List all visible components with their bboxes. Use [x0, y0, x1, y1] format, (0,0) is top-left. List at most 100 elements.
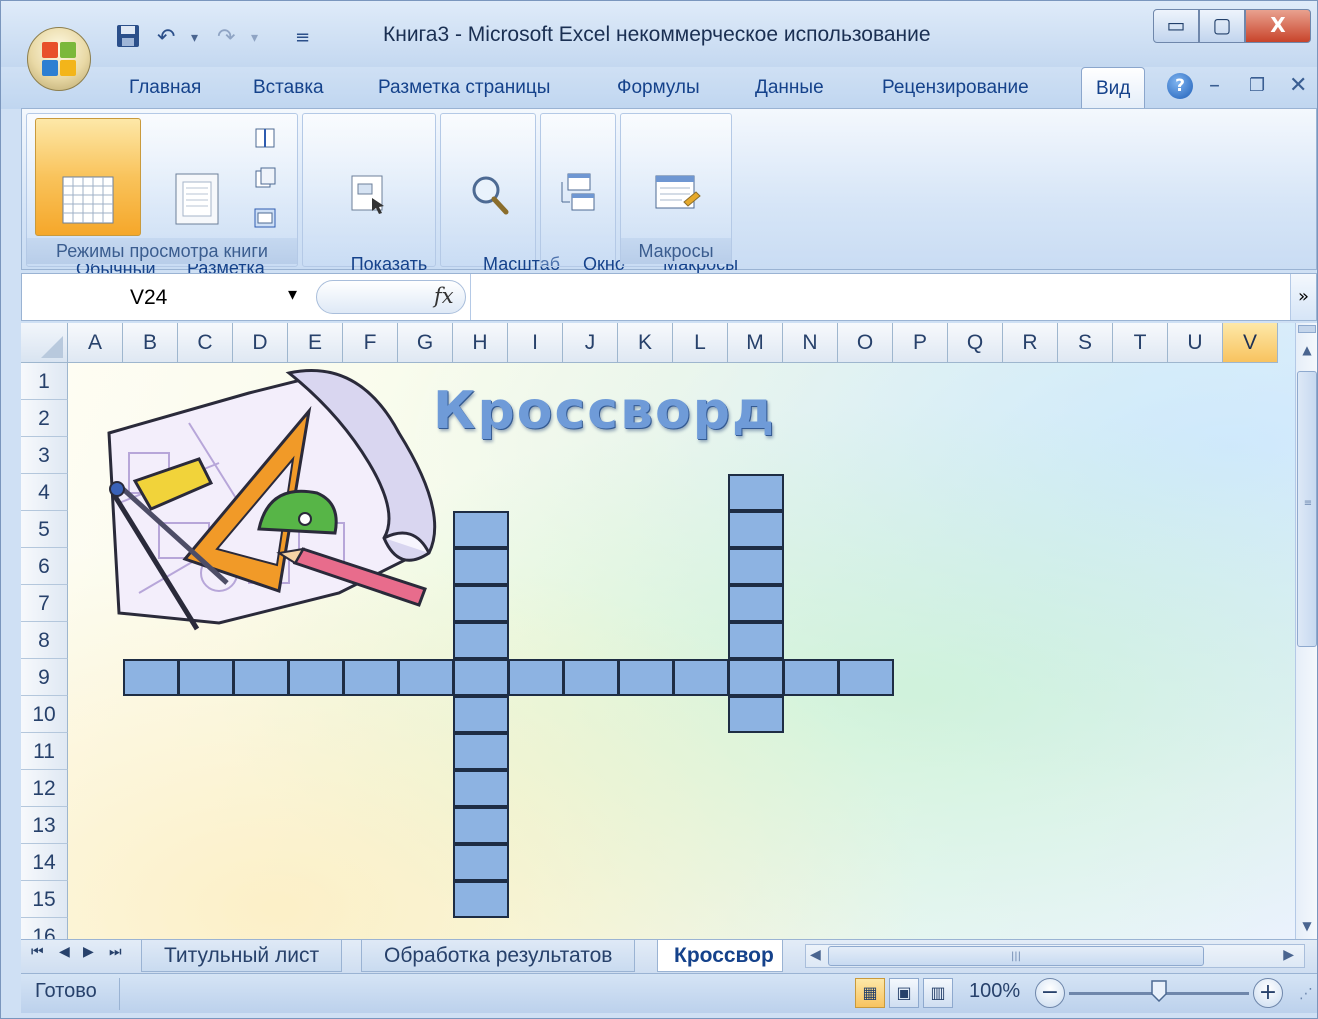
column-header-u[interactable]: U: [1168, 323, 1223, 363]
vertical-scroll-thumb[interactable]: ≡: [1297, 371, 1317, 647]
page-layout-status-button[interactable]: ▣: [889, 978, 919, 1008]
crossword-cell[interactable]: [618, 659, 674, 696]
crossword-cell[interactable]: [453, 733, 509, 770]
tab-formulas[interactable]: Формулы: [617, 77, 700, 99]
crossword-cell[interactable]: [343, 659, 399, 696]
crossword-cell[interactable]: [178, 659, 234, 696]
name-box-dropdown-icon[interactable]: ▾: [288, 284, 297, 305]
full-screen-icon[interactable]: [253, 206, 277, 230]
undo-icon[interactable]: ↶: [157, 23, 175, 53]
row-header-14[interactable]: 14: [21, 844, 68, 881]
crossword-cell[interactable]: [453, 807, 509, 844]
crossword-cell[interactable]: [728, 474, 784, 511]
column-header-c[interactable]: C: [178, 323, 233, 363]
column-header-b[interactable]: B: [123, 323, 178, 363]
column-header-h[interactable]: H: [453, 323, 508, 363]
column-header-a[interactable]: A: [68, 323, 123, 363]
scroll-left-icon[interactable]: ◀: [810, 947, 821, 963]
column-header-s[interactable]: S: [1058, 323, 1113, 363]
tab-insert[interactable]: Вставка: [253, 77, 324, 99]
page-break-status-button[interactable]: ▥: [923, 978, 953, 1008]
crossword-cell[interactable]: [453, 622, 509, 659]
redo-dropdown-icon[interactable]: ▾: [251, 23, 258, 53]
crossword-cell[interactable]: [728, 548, 784, 585]
crossword-cell[interactable]: [288, 659, 344, 696]
crossword-cell[interactable]: [453, 548, 509, 585]
row-header-6[interactable]: 6: [21, 548, 68, 585]
row-header-13[interactable]: 13: [21, 807, 68, 844]
help-icon[interactable]: ?: [1167, 73, 1193, 99]
name-box[interactable]: V24 ▾: [22, 274, 312, 320]
next-sheet-icon[interactable]: ▶: [83, 944, 94, 960]
column-header-j[interactable]: J: [563, 323, 618, 363]
column-header-e[interactable]: E: [288, 323, 343, 363]
crossword-cell[interactable]: [728, 659, 784, 696]
crossword-cell[interactable]: [453, 659, 509, 696]
scroll-right-icon[interactable]: ▶: [1283, 947, 1294, 963]
row-header-11[interactable]: 11: [21, 733, 68, 770]
page-break-preview-icon[interactable]: [253, 126, 277, 150]
row-header-2[interactable]: 2: [21, 400, 68, 437]
scroll-down-icon[interactable]: ▼: [1298, 917, 1316, 935]
row-header-4[interactable]: 4: [21, 474, 68, 511]
row-header-3[interactable]: 3: [21, 437, 68, 474]
column-header-p[interactable]: P: [893, 323, 948, 363]
tab-home[interactable]: Главная: [129, 77, 201, 99]
crossword-cell[interactable]: [728, 696, 784, 733]
tab-page-layout[interactable]: Разметка страницы: [378, 77, 550, 99]
close-window-button[interactable]: X: [1245, 9, 1311, 43]
zoom-slider-thumb[interactable]: [1151, 980, 1167, 1002]
row-header-16[interactable]: 16: [21, 918, 68, 939]
column-header-d[interactable]: D: [233, 323, 288, 363]
formula-input[interactable]: [470, 274, 1290, 320]
column-header-n[interactable]: N: [783, 323, 838, 363]
crossword-cell[interactable]: [838, 659, 894, 696]
normal-view-button[interactable]: Обычный: [35, 118, 156, 279]
minimize-window-button[interactable]: ▭: [1153, 9, 1199, 43]
office-button[interactable]: [27, 27, 91, 91]
crossword-cell[interactable]: [508, 659, 564, 696]
column-header-t[interactable]: T: [1113, 323, 1168, 363]
scroll-up-icon[interactable]: ▲: [1298, 341, 1316, 359]
sheet-tab-title-page[interactable]: Титульный лист: [141, 940, 343, 972]
tab-view[interactable]: Вид: [1081, 67, 1146, 109]
crossword-cell[interactable]: [728, 622, 784, 659]
crossword-cell[interactable]: [453, 770, 509, 807]
crossword-cell[interactable]: [123, 659, 179, 696]
expand-formula-bar-button[interactable]: »: [1290, 274, 1316, 320]
sheet-tab-results[interactable]: Обработка результатов: [361, 940, 636, 972]
row-header-7[interactable]: 7: [21, 585, 68, 622]
redo-icon[interactable]: ↷: [217, 23, 235, 53]
column-header-k[interactable]: K: [618, 323, 673, 363]
column-header-f[interactable]: F: [343, 323, 398, 363]
crossword-cell[interactable]: [453, 585, 509, 622]
undo-dropdown-icon[interactable]: ▾: [191, 23, 198, 53]
column-header-o[interactable]: O: [838, 323, 893, 363]
tab-review[interactable]: Рецензирование: [882, 77, 1029, 99]
row-header-8[interactable]: 8: [21, 622, 68, 659]
select-all-button[interactable]: [21, 323, 68, 363]
crossword-cell[interactable]: [453, 844, 509, 881]
crossword-cell[interactable]: [783, 659, 839, 696]
crossword-cell[interactable]: [233, 659, 289, 696]
zoom-level[interactable]: 100%: [969, 980, 1020, 1003]
ribbon-close-icon[interactable]: ✕: [1289, 73, 1307, 98]
custom-views-icon[interactable]: [253, 166, 277, 190]
insert-function-icon[interactable]: fx: [434, 284, 454, 308]
crossword-cell[interactable]: [398, 659, 454, 696]
sheet-tab-crossword[interactable]: Кроссвор: [657, 940, 783, 972]
crossword-cell[interactable]: [453, 696, 509, 733]
ribbon-restore-icon[interactable]: ❐: [1249, 75, 1265, 96]
worksheet-grid[interactable]: ABCDEFGHIJKLMNOPQRSTUV 1 2 3 4 5 6 7 8 9 10 11 12 13…: [21, 323, 1295, 939]
column-header-l[interactable]: L: [673, 323, 728, 363]
column-header-r[interactable]: R: [1003, 323, 1058, 363]
crossword-cell[interactable]: [728, 511, 784, 548]
normal-view-status-button[interactable]: ▦: [855, 978, 885, 1008]
horizontal-scroll-thumb[interactable]: |||: [828, 946, 1204, 966]
row-header-15[interactable]: 15: [21, 881, 68, 918]
crossword-cell[interactable]: [453, 511, 509, 548]
floppy-disk-icon[interactable]: [115, 23, 141, 53]
row-header-10[interactable]: 10: [21, 696, 68, 733]
row-header-12[interactable]: 12: [21, 770, 68, 807]
ribbon-minimize-icon[interactable]: –: [1209, 73, 1220, 98]
